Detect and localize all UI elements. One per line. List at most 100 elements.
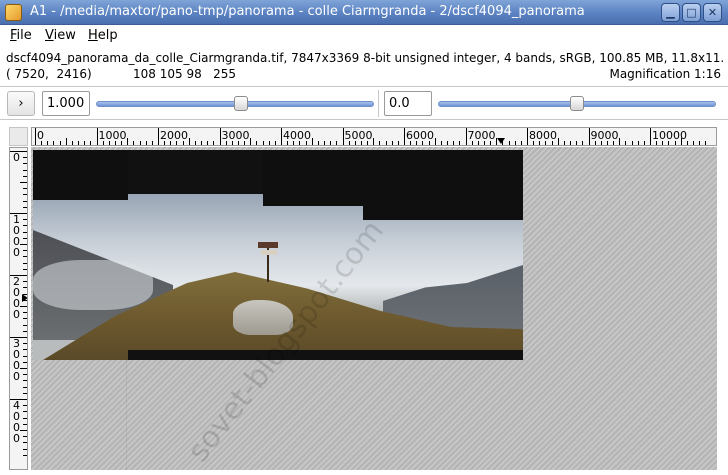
image-viewport[interactable]: sovet-blogspot.com: [31, 147, 717, 470]
file-info: dscf4094_panorama_da_colle_Ciarmgranda.t…: [6, 51, 724, 65]
ruler-minor-tick: [391, 141, 393, 145]
ruler-label: 0: [13, 308, 20, 321]
ruler-minor-tick: [23, 206, 27, 208]
ruler-label: 0: [13, 432, 20, 445]
magnification-label: Magnification 1:16: [609, 67, 721, 81]
ruler-minor-tick: [311, 138, 313, 145]
ruler-minor-tick: [23, 405, 27, 407]
ruler-minor-tick: [514, 141, 516, 145]
ruler-minor-tick: [274, 141, 276, 145]
ruler-minor-tick: [23, 200, 27, 202]
ruler-minor-tick: [194, 141, 196, 145]
ruler-tick: [35, 128, 36, 145]
ruler-minor-tick: [625, 141, 627, 145]
close-button[interactable]: ✕: [703, 3, 722, 22]
ruler-minor-tick: [440, 141, 442, 145]
ruler-minor-tick: [23, 411, 27, 413]
ruler-minor-tick: [23, 343, 27, 345]
ruler-tick: [650, 128, 651, 145]
ruler-minor-tick: [631, 141, 633, 145]
scale-slider-handle[interactable]: [233, 96, 248, 111]
ruler-minor-tick: [133, 141, 135, 145]
ruler-minor-tick: [23, 219, 27, 221]
ruler-minor-tick: [23, 169, 27, 171]
ruler-minor-tick: [23, 268, 27, 270]
ruler-minor-tick: [23, 262, 27, 264]
ruler-minor-tick: [20, 182, 27, 183]
ruler-minor-tick: [23, 188, 27, 190]
scale-field[interactable]: 1.000: [42, 91, 90, 116]
offset-slider-handle[interactable]: [570, 96, 584, 111]
ruler-label: 4000: [283, 129, 311, 142]
ruler-minor-tick: [20, 306, 27, 307]
ruler-minor-tick: [23, 423, 27, 425]
ruler-tick: [281, 128, 282, 145]
ruler-label: 5000: [344, 129, 373, 142]
menu-view[interactable]: View: [45, 28, 76, 43]
ruler-minor-tick: [20, 430, 27, 431]
ruler-minor-tick: [582, 141, 584, 145]
ruler-minor-tick: [250, 138, 252, 145]
ruler-tick: [342, 128, 344, 145]
ruler-minor-tick: [59, 141, 61, 145]
ruler-minor-tick: [705, 141, 707, 145]
ruler-minor-tick: [23, 256, 27, 258]
horizontal-ruler: 0 1000 2000 3000 4000 5000 6000 7000 8000 9000 100…: [31, 127, 717, 146]
pixel-values: 108 105 98 255: [133, 67, 237, 81]
ruler-minor-tick: [23, 225, 27, 227]
ruler-minor-tick: [84, 141, 86, 145]
ruler-minor-tick: [23, 448, 27, 450]
ruler-minor-tick: [139, 141, 141, 145]
window-titlebar[interactable]: A1 - /media/maxtor/pano-tmp/panorama - c…: [0, 0, 728, 25]
ruler-minor-tick: [23, 163, 27, 165]
ruler-minor-tick: [434, 138, 436, 145]
ruler-label: 9000: [590, 129, 619, 142]
ruler-minor-tick: [557, 138, 559, 145]
window-title: A1 - /media/maxtor/pano-tmp/panorama - c…: [30, 4, 585, 19]
ruler-minor-tick: [23, 349, 27, 351]
ruler-minor-tick: [23, 312, 27, 314]
maximize-button[interactable]: □: [682, 3, 701, 22]
ruler-label: 0: [13, 151, 20, 164]
ruler-minor-tick: [459, 141, 461, 145]
ruler-minor-tick: [145, 141, 147, 145]
ruler-minor-tick: [330, 141, 332, 145]
ruler-minor-tick: [213, 141, 215, 145]
cursor-marker-icon: [497, 138, 505, 144]
ruler-tick: [96, 128, 98, 145]
ruler-label: 2000: [160, 129, 188, 142]
ruler-minor-tick: [23, 250, 27, 252]
expand-controls-button[interactable]: ›: [7, 91, 35, 116]
ruler-minor-tick: [508, 141, 510, 145]
ruler-minor-tick: [207, 141, 209, 145]
menu-help[interactable]: Help: [88, 28, 118, 43]
ruler-minor-tick: [619, 138, 621, 145]
ruler-minor-tick: [23, 436, 27, 438]
ruler-minor-tick: [23, 237, 27, 239]
ruler-label: 0: [37, 129, 44, 142]
menu-file[interactable]: File: [10, 28, 32, 43]
ruler-minor-tick: [188, 138, 190, 145]
ruler-minor-tick: [686, 141, 688, 145]
ruler-label: 7000: [467, 129, 496, 142]
cursor-marker-icon: [22, 294, 27, 302]
ruler-minor-tick: [23, 324, 27, 326]
offset-field[interactable]: 0.0: [384, 91, 432, 116]
minimize-button[interactable]: ▁: [661, 3, 680, 22]
ruler-minor-tick: [23, 330, 27, 332]
toolbar-separator: [378, 90, 379, 117]
ruler-minor-tick: [53, 141, 55, 145]
ruler-minor-tick: [23, 281, 27, 283]
ruler-minor-tick: [268, 141, 270, 145]
ruler-tick: [404, 128, 405, 145]
ruler-minor-tick: [256, 141, 258, 145]
ruler-minor-tick: [576, 141, 578, 145]
ruler-minor-tick: [336, 141, 338, 145]
ruler-label: 0: [13, 246, 20, 259]
ruler-minor-tick: [373, 138, 375, 145]
ruler-minor-tick: [23, 318, 27, 320]
ruler-minor-tick: [453, 141, 455, 145]
ruler-minor-tick: [78, 141, 80, 145]
ruler-minor-tick: [127, 138, 129, 145]
ruler-tick: [527, 128, 528, 145]
